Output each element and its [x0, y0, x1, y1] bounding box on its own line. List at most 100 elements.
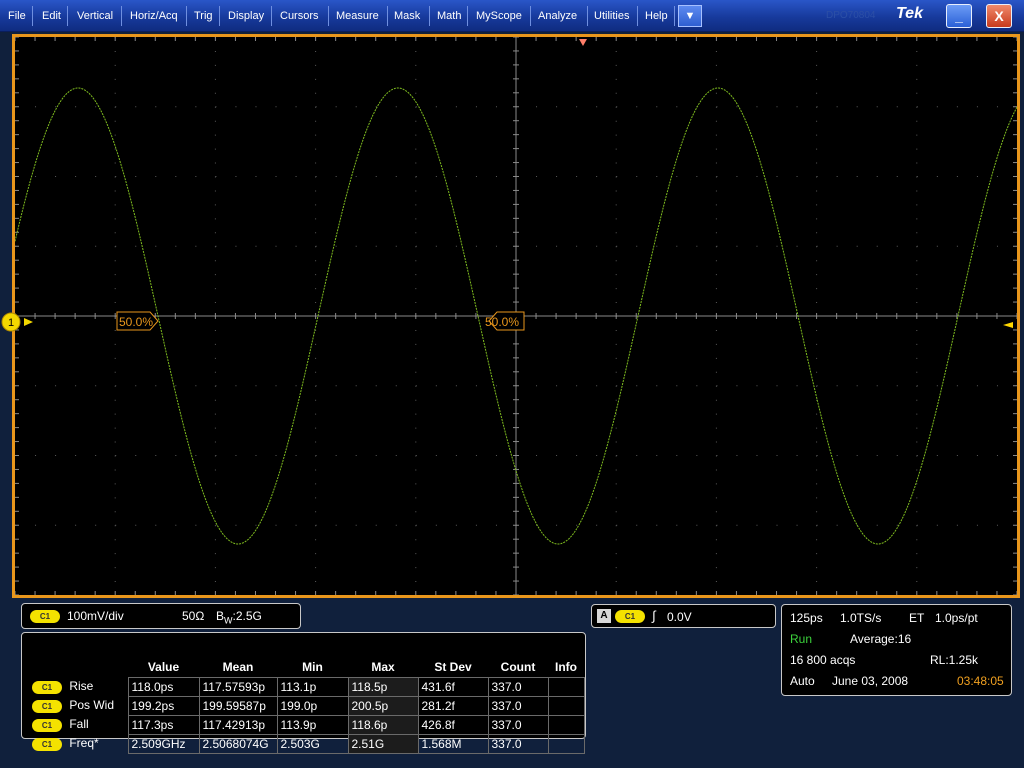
- mean-cell: 117.42913p: [198, 714, 278, 735]
- date: June 03, 2008: [832, 674, 909, 688]
- value-cell: 117.3ps: [127, 714, 200, 735]
- mean-cell: 199.59587p: [198, 695, 278, 716]
- info-cell: [547, 733, 585, 754]
- count-cell: 337.0: [487, 676, 549, 697]
- trigger-channel-badge: C1: [615, 610, 645, 623]
- acquisition-count: 16 800 acqs: [790, 653, 856, 667]
- measurement-header-row: Value Mean Min Max St Dev Count Info: [28, 657, 584, 677]
- trigger-level: 0.0V: [667, 610, 692, 624]
- ref-level-label-right: 50.0%: [485, 311, 525, 331]
- vertical-scale: 100mV/div: [67, 609, 124, 623]
- rising-edge-icon: ∫: [652, 608, 656, 623]
- menu-analyze[interactable]: Analyze: [530, 0, 585, 32]
- ref-level-text-right: 50.0%: [485, 315, 519, 329]
- row-channel-badge: C1: [32, 680, 62, 694]
- menu-separator: [67, 6, 68, 26]
- acquisition-mode: ET: [909, 611, 925, 625]
- min-cell: 113.9p: [276, 714, 349, 735]
- trigger-source-letter: A: [597, 609, 611, 623]
- row-channel-badge: C1: [32, 699, 62, 713]
- count-cell: 337.0: [487, 714, 549, 735]
- channel-1-marker-label: 1: [8, 317, 14, 329]
- menu-edit[interactable]: Edit: [34, 0, 69, 32]
- minimize-button[interactable]: _: [946, 4, 972, 28]
- average-count: Average:16: [850, 632, 912, 646]
- menu-display[interactable]: Display: [220, 0, 272, 32]
- min-cell: 113.1p: [276, 676, 349, 697]
- channel-badge: C1: [30, 610, 60, 623]
- stdev-cell: 431.6f: [417, 676, 489, 697]
- mean-cell: 117.57593p: [198, 676, 278, 697]
- time-resolution: 1.0ps/pt: [935, 611, 978, 625]
- column-header: Mean: [222, 659, 254, 674]
- max-cell: 200.5p: [347, 695, 419, 716]
- stdev-cell: 1.568M: [417, 733, 489, 754]
- channel-readout[interactable]: C1 100mV/div 50Ω BW:2.5G: [21, 603, 301, 629]
- menu-utilities[interactable]: Utilities: [586, 0, 637, 32]
- menu-trig[interactable]: Trig: [186, 0, 221, 32]
- measurement-panel[interactable]: Value Mean Min Max St Dev Count Info C1 …: [21, 632, 586, 754]
- column-header: Min: [302, 659, 323, 674]
- acquisition-readout[interactable]: 125ps 1.0TS/s ET 1.0ps/pt Run Average:16…: [781, 604, 1012, 696]
- row-channel-badge: C1: [32, 737, 62, 751]
- clock-time: 03:48:05: [957, 674, 1004, 688]
- trigger-mode: Auto: [790, 674, 815, 688]
- info-cell: [547, 676, 585, 697]
- trigger-readout[interactable]: A C1 ∫ 0.0V: [591, 604, 776, 628]
- min-cell: 2.503G: [276, 733, 349, 754]
- dropdown-arrow-icon[interactable]: ▼: [678, 5, 702, 27]
- measurement-row-rise[interactable]: C1 Rise 118.0ps 117.57593p 113.1p 118.5p…: [28, 676, 585, 697]
- menu-myscope[interactable]: MyScope: [468, 0, 530, 32]
- measurement-row-fall[interactable]: C1 Fall 117.3ps 117.42913p 113.9p 118.6p…: [28, 714, 585, 735]
- menu-file[interactable]: File: [0, 0, 34, 32]
- channel-1-marker[interactable]: 1: [0, 310, 36, 334]
- trigger-level-arrow-icon: [1003, 322, 1013, 328]
- column-header: Count: [500, 659, 536, 674]
- record-length: RL:1.25k: [930, 653, 979, 667]
- menu-mask[interactable]: Mask: [386, 0, 428, 32]
- waveform-display[interactable]: 50.0% 50.0%: [12, 34, 1020, 598]
- column-header: Value: [147, 659, 180, 674]
- tek-logo: Tek: [896, 5, 923, 22]
- count-cell: 337.0: [487, 695, 549, 716]
- row-label: Pos Wid: [69, 698, 115, 713]
- max-cell: 118.5p: [347, 676, 419, 697]
- trigger-position-marker: [579, 39, 587, 46]
- menu-separator: [32, 6, 33, 26]
- input-impedance: 50Ω: [182, 609, 205, 623]
- value-cell: 2.509GHz: [127, 733, 200, 754]
- menu-help[interactable]: Help: [637, 0, 676, 32]
- column-header: Max: [371, 659, 395, 674]
- bandwidth-limit: BW:2.5G: [216, 609, 262, 626]
- menu-vertical[interactable]: Vertical: [69, 0, 121, 32]
- max-cell: 118.6p: [347, 714, 419, 735]
- ref-level-text-left: 50.0%: [119, 315, 153, 329]
- row-channel-badge: C1: [32, 718, 62, 732]
- menu-measure[interactable]: Measure: [328, 0, 387, 32]
- menu-cursors[interactable]: Cursors: [272, 0, 327, 32]
- measurement-row-pos-width[interactable]: C1 Pos Wid 199.2ps 199.59587p 199.0p 200…: [28, 695, 585, 716]
- value-cell: 118.0ps: [127, 676, 200, 697]
- info-cell: [547, 695, 585, 716]
- min-cell: 199.0p: [276, 695, 349, 716]
- measurement-table: Value Mean Min Max St Dev Count Info C1 …: [28, 657, 585, 754]
- stdev-cell: 281.2f: [417, 695, 489, 716]
- menu-separator: [674, 6, 675, 26]
- measurement-row-freq[interactable]: C1 Freq* 2.509GHz 2.5068074G 2.503G 2.51…: [28, 733, 585, 754]
- run-state: Run: [790, 632, 813, 646]
- info-cell: [547, 714, 585, 735]
- graticule: 50.0% 50.0%: [15, 37, 1017, 595]
- max-cell: 2.51G: [347, 733, 419, 754]
- ref-level-label-left: 50.0%: [116, 311, 159, 331]
- menu-horiz-acq[interactable]: Horiz/Acq: [122, 0, 186, 32]
- row-label: Rise: [69, 679, 94, 694]
- menu-math[interactable]: Math: [429, 0, 469, 32]
- row-label: Freq*: [69, 736, 99, 751]
- value-cell: 199.2ps: [127, 695, 200, 716]
- model-watermark: DPO70804: [826, 10, 876, 21]
- close-button[interactable]: X: [986, 4, 1012, 28]
- mean-cell: 2.5068074G: [198, 733, 278, 754]
- column-header: Info: [555, 659, 577, 674]
- menu-bar: File Edit Vertical Horiz/Acq Trig Displa…: [0, 0, 1024, 32]
- horizontal-scale: 125ps: [790, 611, 823, 625]
